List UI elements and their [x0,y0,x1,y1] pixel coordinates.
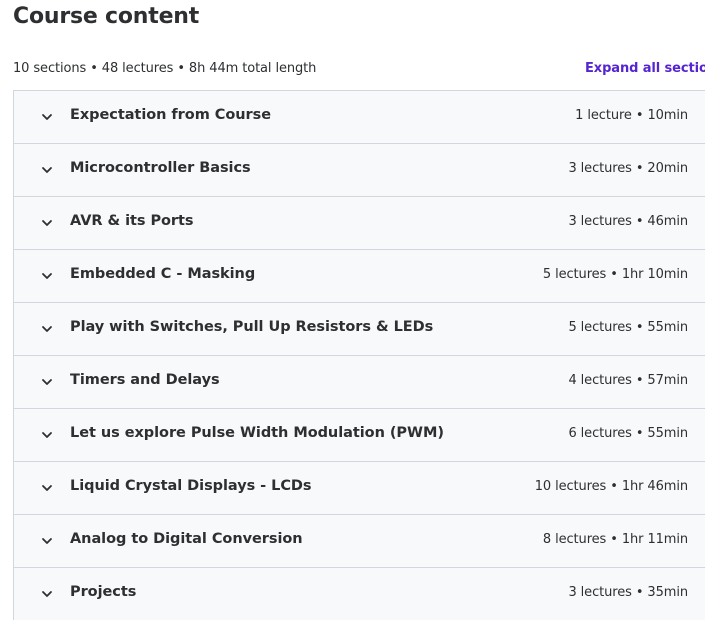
chevron-down-icon [41,323,53,335]
section-header[interactable]: Let us explore Pulse Width Modulation (P… [14,409,705,462]
chevron-down-icon [41,588,53,600]
section-header[interactable]: Expectation from Course 1 lecture • 10mi… [14,91,705,144]
section-title: Timers and Delays [70,372,220,388]
section-header[interactable]: AVR & its Ports 3 lectures • 46min [14,197,705,250]
course-summary-row: 10 sections • 48 lectures • 8h 44m total… [13,61,705,79]
section-meta: 5 lectures • 1hr 10min [542,267,688,282]
chevron-down-icon [41,111,53,123]
section-list: Expectation from Course 1 lecture • 10mi… [13,90,705,620]
chevron-down-icon [41,164,53,176]
section-header[interactable]: Liquid Crystal Displays - LCDs 10 lectur… [14,462,705,515]
section-header[interactable]: Play with Switches, Pull Up Resistors & … [14,303,705,356]
section-title: Microcontroller Basics [70,160,251,176]
section-meta: 10 lectures • 1hr 46min [534,479,688,494]
course-summary: 10 sections • 48 lectures • 8h 44m total… [13,61,317,76]
section-header[interactable]: Timers and Delays 4 lectures • 57min [14,356,705,409]
chevron-down-icon [41,270,53,282]
section-header[interactable]: Projects 3 lectures • 35min [14,568,705,620]
section-meta: 3 lectures • 46min [568,214,688,229]
section-meta: 3 lectures • 35min [568,585,688,600]
section-title: Liquid Crystal Displays - LCDs [70,478,312,494]
expand-all-sections-button[interactable]: Expand all section [585,61,705,76]
chevron-down-icon [41,217,53,229]
section-meta: 5 lectures • 55min [568,320,688,335]
section-title: Let us explore Pulse Width Modulation (P… [70,425,444,441]
section-header[interactable]: Analog to Digital Conversion 8 lectures … [14,515,705,568]
section-title: AVR & its Ports [70,213,194,229]
chevron-down-icon [41,376,53,388]
section-meta: 6 lectures • 55min [568,426,688,441]
section-header[interactable]: Microcontroller Basics 3 lectures • 20mi… [14,144,705,197]
section-meta: 1 lecture • 10min [575,108,688,123]
section-meta: 8 lectures • 1hr 11min [542,532,688,547]
section-meta: 4 lectures • 57min [568,373,688,388]
chevron-down-icon [41,429,53,441]
section-header[interactable]: Embedded C - Masking 5 lectures • 1hr 10… [14,250,705,303]
chevron-down-icon [41,482,53,494]
section-title: Embedded C - Masking [70,266,256,282]
section-title: Projects [70,584,137,600]
chevron-down-icon [41,535,53,547]
section-title: Play with Switches, Pull Up Resistors & … [70,319,434,335]
section-title: Expectation from Course [70,107,271,123]
section-title: Analog to Digital Conversion [70,531,303,547]
page-title: Course content [13,4,200,29]
section-meta: 3 lectures • 20min [568,161,688,176]
